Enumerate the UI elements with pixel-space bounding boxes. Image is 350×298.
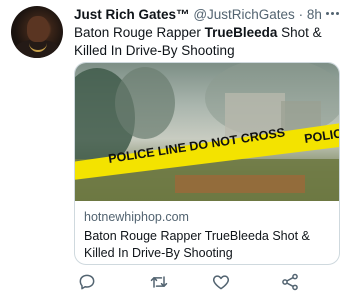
- link-card[interactable]: POLICE LINE DO NOT CROSS POLIC hotnewhip…: [74, 62, 340, 265]
- time-separator: ·: [298, 7, 304, 22]
- reply-icon[interactable]: [77, 272, 97, 292]
- share-icon[interactable]: [280, 272, 300, 292]
- card-meta: hotnewhiphop.com Baton Rouge Rapper True…: [84, 209, 334, 262]
- avatar-face: [27, 16, 49, 42]
- tweet-text: Baton Rouge Rapper TrueBleeda Shot & Kil…: [74, 24, 340, 60]
- tweet-text-mention: TrueBleeda: [204, 25, 278, 40]
- card-domain: hotnewhiphop.com: [84, 210, 189, 224]
- more-options-icon[interactable]: [322, 4, 342, 22]
- retweet-icon[interactable]: [149, 272, 169, 292]
- crime-scene-photo: POLICE LINE DO NOT CROSS POLIC: [75, 63, 339, 201]
- card-title: Baton Rouge Rapper TrueBleeda Shot & Kil…: [84, 229, 310, 260]
- author-name[interactable]: Just Rich Gates™: [74, 7, 190, 22]
- like-icon[interactable]: [211, 272, 231, 292]
- tweet-text-start: Baton Rouge Rapper: [74, 25, 205, 40]
- more-dot: [335, 11, 339, 15]
- tweet-header: Just Rich Gates™ @JustRichGates · 8h: [74, 6, 340, 24]
- tweet-actions: [74, 270, 340, 294]
- tweet-time[interactable]: 8h: [307, 7, 322, 22]
- author-handle[interactable]: @JustRichGates: [193, 7, 295, 22]
- card-image: POLICE LINE DO NOT CROSS POLIC: [75, 63, 339, 201]
- more-dot: [325, 11, 329, 15]
- more-dot: [330, 11, 334, 15]
- author-avatar[interactable]: [11, 6, 63, 58]
